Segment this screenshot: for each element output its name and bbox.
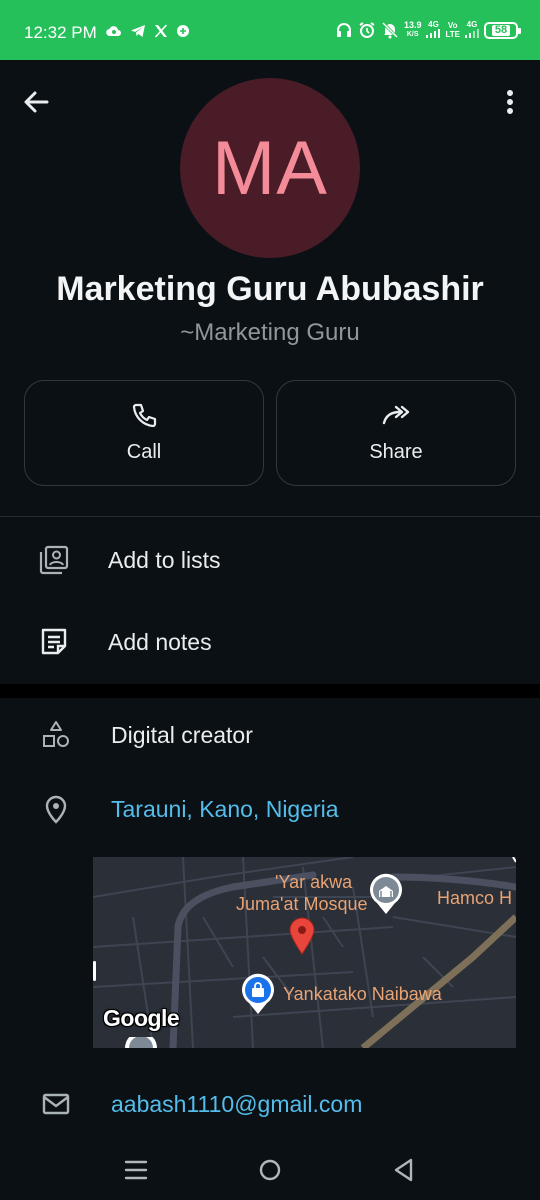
signal-4g-1: 4G bbox=[426, 20, 441, 40]
shop-marker-icon bbox=[242, 973, 274, 1014]
notification-icons bbox=[106, 24, 190, 38]
map-marker-partial-icon bbox=[125, 1037, 157, 1048]
battery-icon: 58 bbox=[484, 21, 521, 39]
avatar-initials: MA bbox=[212, 125, 328, 211]
contact-list-icon bbox=[38, 544, 70, 576]
menu-icon bbox=[124, 1160, 148, 1180]
call-label: Call bbox=[126, 441, 162, 463]
notes-icon bbox=[38, 626, 70, 658]
system-navigation-bar bbox=[0, 1140, 540, 1200]
contact-subtitle: ~Marketing Guru bbox=[180, 319, 360, 346]
share-label: Share bbox=[369, 441, 423, 463]
category-row: Digital creator bbox=[0, 707, 540, 763]
browser-icon bbox=[177, 25, 189, 37]
avatar[interactable]: MA bbox=[180, 78, 360, 258]
red-pin-icon bbox=[289, 917, 315, 955]
forward-icon bbox=[382, 405, 410, 425]
shapes-icon bbox=[40, 719, 72, 751]
divider bbox=[0, 516, 540, 517]
nav-home-button[interactable] bbox=[255, 1155, 285, 1185]
location-row[interactable]: Tarauni, Kano, Nigeria bbox=[0, 781, 540, 837]
add-notes-label: Add notes bbox=[108, 628, 212, 655]
location-map[interactable]: 'Yar akwa Juma'at Mosque Hamco H Yankata… bbox=[93, 857, 516, 1048]
contact-name: Marketing Guru Abubashir bbox=[56, 270, 484, 308]
signal-bars-icon bbox=[465, 29, 479, 38]
section-divider bbox=[0, 684, 540, 698]
map-label-yankatako: Yankatako Naibawa bbox=[283, 984, 442, 1004]
map-label-hamco: Hamco H bbox=[437, 888, 513, 908]
mail-icon bbox=[40, 1088, 72, 1120]
nav-back-button[interactable] bbox=[389, 1155, 419, 1185]
business-location[interactable]: Tarauni, Kano, Nigeria bbox=[111, 796, 339, 823]
volte-indicator: Vo LTE bbox=[445, 21, 460, 39]
more-vert-icon bbox=[507, 90, 513, 114]
map-marker-partial-left-icon bbox=[93, 961, 96, 981]
share-button[interactable]: Share bbox=[276, 380, 516, 486]
nav-recents-button[interactable] bbox=[121, 1155, 151, 1185]
back-button[interactable] bbox=[20, 86, 52, 118]
status-bar: 12:32 PM 13.9 K/S 4G Vo LTE 4G 58 bbox=[0, 0, 540, 60]
email-row[interactable]: aabash1110@gmail.com bbox=[0, 1076, 540, 1132]
home-circle-icon bbox=[259, 1159, 281, 1181]
google-logo: Google bbox=[103, 1005, 180, 1031]
phone-icon bbox=[132, 403, 157, 428]
map-label-mosque: 'Yar akwa bbox=[275, 872, 353, 892]
system-icons: 13.9 K/S 4G Vo LTE 4G 58 bbox=[335, 20, 521, 40]
mosque-marker-icon bbox=[370, 873, 402, 914]
back-triangle-icon bbox=[394, 1158, 413, 1182]
add-notes-row[interactable]: Add notes bbox=[0, 612, 540, 672]
muted-bell-icon bbox=[381, 21, 399, 39]
add-to-lists-label: Add to lists bbox=[108, 546, 221, 573]
location-pin-icon bbox=[40, 793, 72, 825]
add-to-lists-row[interactable]: Add to lists bbox=[0, 530, 540, 590]
network-speed: 13.9 K/S bbox=[403, 20, 422, 39]
business-category: Digital creator bbox=[111, 721, 253, 748]
arrow-left-icon bbox=[24, 91, 49, 113]
alarm-icon bbox=[359, 22, 375, 38]
signal-4g-2: 4G bbox=[465, 20, 479, 40]
signal-bars-icon bbox=[426, 29, 441, 38]
cloud-icon bbox=[106, 26, 121, 37]
map-label-mosque-line2: Juma'at Mosque bbox=[236, 894, 368, 914]
business-email[interactable]: aabash1110@gmail.com bbox=[111, 1091, 362, 1118]
more-options-button[interactable] bbox=[500, 86, 520, 118]
x-icon bbox=[154, 24, 168, 38]
telegram-icon bbox=[131, 25, 145, 37]
headset-icon bbox=[336, 23, 351, 37]
call-button[interactable]: Call bbox=[24, 380, 264, 486]
status-time: 12:32 PM bbox=[24, 23, 97, 42]
